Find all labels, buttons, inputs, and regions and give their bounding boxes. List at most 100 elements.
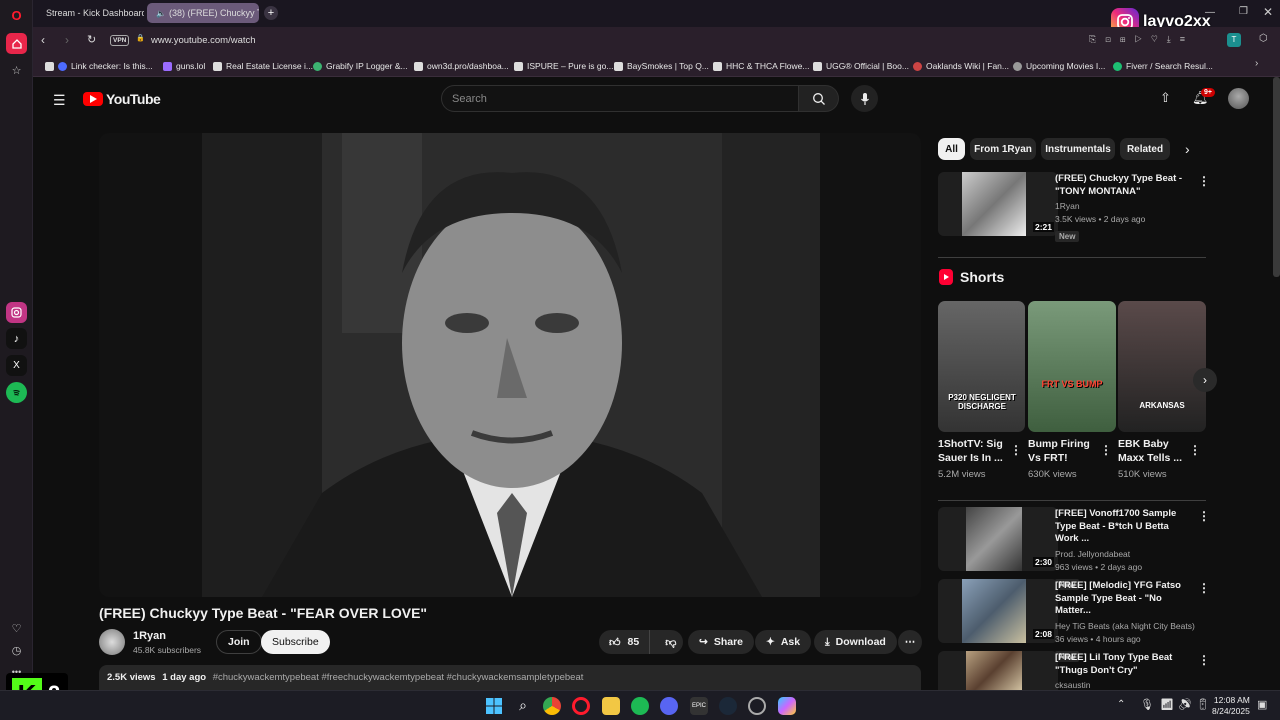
short-more-icon[interactable]: ⋮ [1010, 443, 1022, 457]
chip-from-1ryan[interactable]: From 1Ryan [970, 138, 1036, 160]
channel-avatar[interactable] [99, 629, 125, 655]
forward-button[interactable]: › [65, 33, 69, 47]
like-button[interactable]: 👍︎ 85 [599, 630, 651, 654]
copilot-icon[interactable] [778, 697, 796, 715]
favorites-heart-icon[interactable]: ♡ [6, 618, 27, 639]
bookmark-ugg[interactable]: UGG® Official | Boo... [813, 59, 909, 73]
short-info[interactable]: 1ShotTV: Sig Sauer Is In ... 5.2M views [938, 437, 1010, 481]
notification-center-icon[interactable]: ▣ [1257, 698, 1267, 711]
epic-games-icon[interactable]: EPIC [690, 697, 708, 715]
recommended-item-info[interactable]: (FREE) Chuckyy Type Beat - "TONY MONTANA… [1055, 173, 1195, 244]
short-thumbnail[interactable]: FRT VS BUMP [1028, 301, 1116, 432]
recommended-item-info[interactable]: [FREE] [Melodic] YFG Fatso Sample Type B… [1055, 580, 1195, 664]
bookmark-upcoming-movies[interactable]: Upcoming Movies I... [1013, 59, 1105, 73]
recommended-thumbnail[interactable]: 2:21 [938, 172, 1058, 236]
taskbar-search-icon[interactable]: ⌕ [514, 697, 532, 715]
spotify-taskbar-icon[interactable] [631, 697, 649, 715]
home-icon[interactable] [6, 33, 27, 54]
bookmark-fiverr[interactable]: Fiverr / Search Resul... [1113, 59, 1213, 73]
bookmark-guns-lol[interactable]: guns.lol [163, 59, 205, 73]
subscribe-button[interactable]: Subscribe [261, 630, 330, 654]
recommended-more-icon[interactable]: ⋮ [1198, 174, 1210, 188]
hamburger-menu-icon[interactable]: ☰ [53, 92, 66, 109]
recommended-item-info[interactable]: [FREE] Vonoff1700 Sample Type Beat - B*t… [1055, 508, 1195, 592]
download-button[interactable]: ⤓ Download [814, 630, 897, 654]
bookmark-hhc-thca[interactable]: HHC & THCA Flowe... [713, 59, 809, 73]
bookmarks-overflow-icon[interactable]: › [1255, 58, 1258, 69]
user-avatar[interactable] [1228, 88, 1249, 109]
recommended-thumbnail[interactable]: 2:30 [938, 507, 1058, 571]
bookmark-own3d[interactable]: own3d.pro/dashboa... [414, 59, 509, 73]
search-input[interactable]: Search [441, 85, 799, 112]
reload-icon[interactable]: ↻ [87, 33, 96, 46]
short-info[interactable]: Bump Firing Vs FRT! 630K views [1028, 437, 1100, 481]
hashtags[interactable]: #chuckywackemtypebeat #freechuckywackemt… [213, 672, 584, 683]
description-box[interactable]: 2.5K views 1 day ago #chuckywackemtypebe… [99, 665, 921, 690]
ask-button[interactable]: ✦ Ask [755, 630, 812, 654]
vpn-badge[interactable]: VPN [110, 35, 130, 46]
share-button[interactable]: ↪ Share [688, 630, 754, 654]
window-maximize-button[interactable]: ❐ [1239, 6, 1248, 17]
short-more-icon[interactable]: ⋮ [1189, 443, 1201, 457]
bookmark-real-estate[interactable]: Real Estate License i... [213, 59, 313, 73]
extension-badge[interactable]: T [1227, 33, 1241, 47]
join-button[interactable]: Join [216, 630, 262, 654]
pinboards-icon[interactable]: ☆ [6, 60, 27, 81]
new-tab-button[interactable]: + [264, 6, 278, 20]
bookmark-baysmokes[interactable]: BaySmokes | Top Q... [614, 59, 709, 73]
recommended-more-icon[interactable]: ⋮ [1198, 653, 1210, 667]
back-button[interactable]: ‹ [41, 33, 45, 47]
tiktok-icon[interactable]: ♪ [6, 328, 27, 349]
windows-start-icon[interactable] [485, 697, 503, 715]
recommended-thumbnail[interactable]: 2:08 [938, 579, 1058, 643]
address-action-icons[interactable]: ⎘⊡⊞▷♡⤓≡ [1089, 34, 1194, 45]
network-volume-icons[interactable]: 📶︎🔊︎🔋︎ [1160, 698, 1214, 711]
video-player[interactable] [99, 133, 921, 597]
voice-search-button[interactable] [851, 85, 878, 112]
x-twitter-icon[interactable]: X [6, 355, 27, 376]
chip-all[interactable]: All [938, 138, 965, 160]
short-info[interactable]: EBK Baby Maxx Tells ... 510K views [1118, 437, 1190, 481]
window-close-button[interactable]: ✕ [1263, 5, 1273, 19]
bookmark-ispure[interactable]: ISPURE – Pure is go... [514, 59, 613, 73]
clock[interactable]: 12:08 AM 8/24/2025 [1212, 695, 1250, 717]
channel-name[interactable]: 1Ryan [133, 630, 166, 642]
url-text[interactable]: www.youtube.com/watch [151, 35, 256, 46]
speaker-icon[interactable]: 🔈 [156, 9, 166, 18]
bookmark-link-checker[interactable]: Link checker: Is this... [45, 59, 153, 73]
short-more-icon[interactable]: ⋮ [1100, 443, 1112, 457]
page-scrollbar[interactable] [1273, 77, 1280, 277]
short-thumbnail[interactable]: ARKANSAS [1118, 301, 1206, 432]
recommended-more-icon[interactable]: ⋮ [1198, 509, 1210, 523]
history-clock-icon[interactable]: ◷ [6, 640, 27, 661]
chip-related[interactable]: Related [1120, 138, 1170, 160]
chips-next-arrow-icon[interactable]: › [1185, 141, 1190, 157]
discord-icon[interactable] [660, 697, 678, 715]
shorts-next-button[interactable]: › [1193, 368, 1217, 392]
app-icon[interactable] [748, 697, 766, 715]
extensions-cube-icon[interactable]: ⬡ [1259, 33, 1268, 44]
instagram-icon[interactable] [6, 302, 27, 323]
dislike-button[interactable]: 👎︎ [656, 636, 676, 649]
search-button[interactable] [799, 85, 839, 112]
recommended-thumbnail[interactable] [938, 651, 1058, 690]
chrome-icon[interactable] [543, 697, 561, 715]
file-explorer-icon[interactable] [602, 697, 620, 715]
steam-icon[interactable] [719, 697, 737, 715]
tab-youtube-video[interactable]: 🔈 (38) (FREE) Chuckyy T [147, 3, 259, 23]
recommended-item-info[interactable]: [FREE] Lil Tony Type Beat "Thugs Don't C… [1055, 652, 1195, 692]
tray-overflow-icon[interactable]: ⌃ [1117, 699, 1125, 710]
window-minimize-button[interactable]: — [1205, 7, 1215, 18]
bookmark-grabify[interactable]: Grabify IP Logger &... [313, 59, 408, 73]
opera-icon[interactable] [572, 697, 590, 715]
chip-instrumentals[interactable]: Instrumentals [1041, 138, 1115, 160]
upload-icon[interactable]: ⇧ [1160, 90, 1171, 106]
youtube-logo[interactable]: YouTube [83, 91, 161, 107]
recommended-more-icon[interactable]: ⋮ [1198, 581, 1210, 595]
bookmark-oaklands-wiki[interactable]: Oaklands Wiki | Fan... [913, 59, 1009, 73]
short-thumbnail[interactable]: P320 NEGLIGENT DISCHARGE [938, 301, 1025, 432]
tab-kick-dashboard[interactable]: Stream - Kick Dashboard [36, 3, 144, 23]
more-actions-button[interactable]: ⋯ [898, 630, 922, 654]
microphone-tray-icon[interactable]: 🎙︎ [1140, 698, 1154, 711]
opera-logo-icon[interactable]: O [6, 5, 27, 26]
